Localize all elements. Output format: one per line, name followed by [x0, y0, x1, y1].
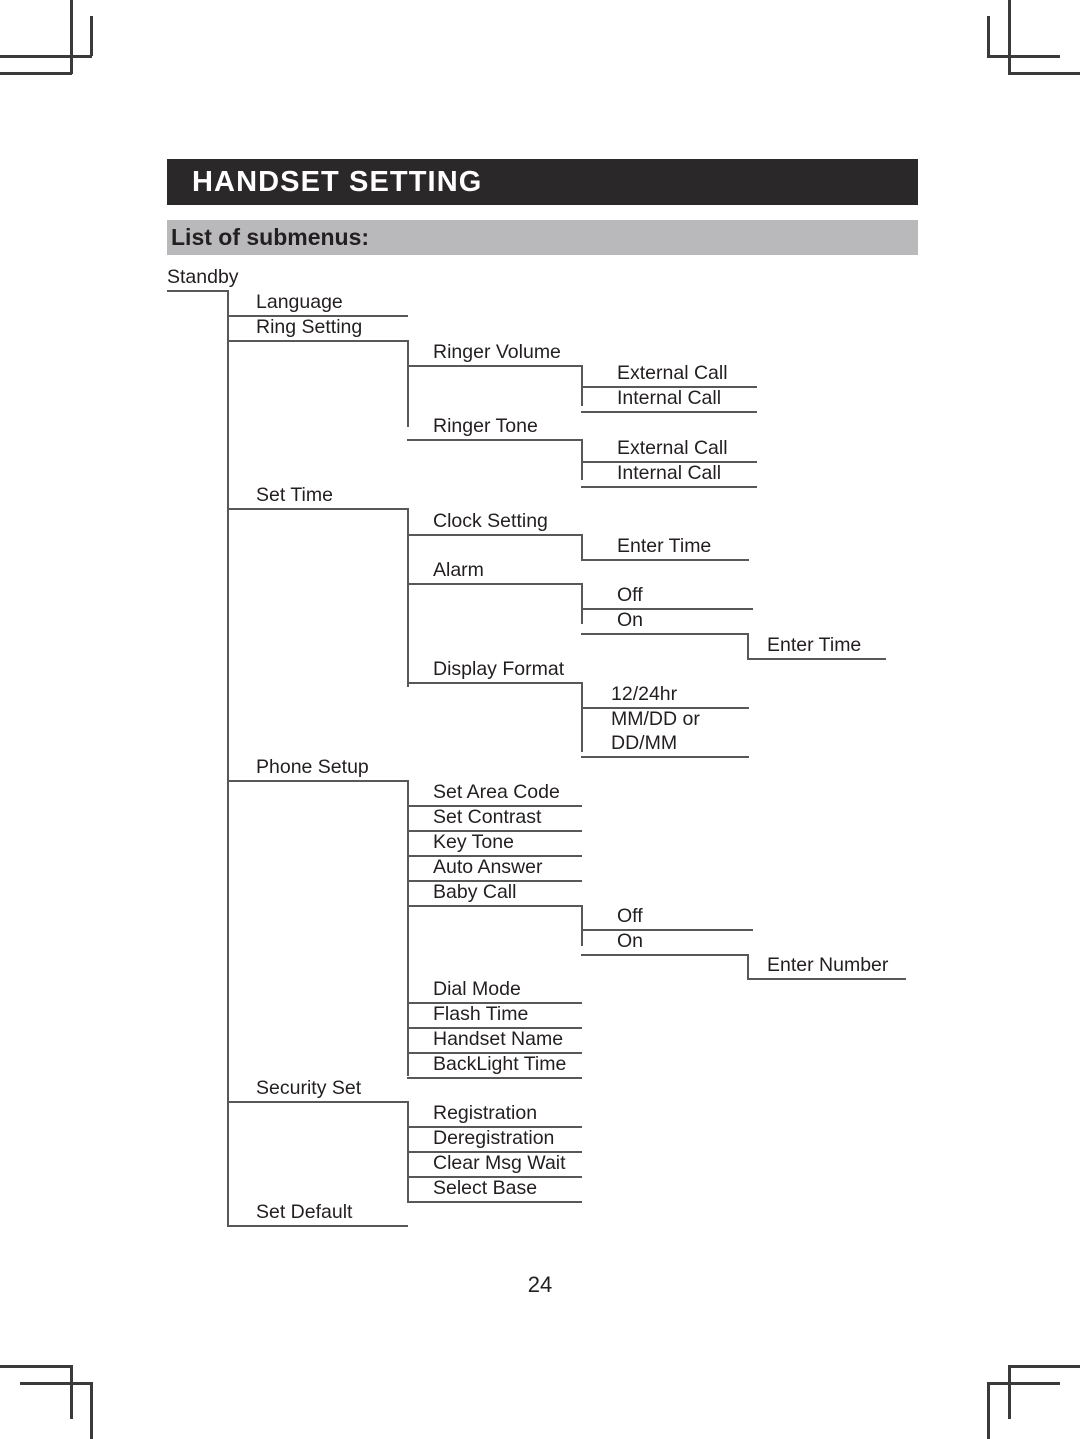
tree-node-rt-internal-call: Internal Call [617, 462, 722, 484]
tree-line-select-base [407, 1201, 582, 1203]
tree-node-display-format: Display Format [433, 658, 565, 680]
tree-node-set-default: Set Default [256, 1201, 353, 1223]
tree-connector-alarm-on [747, 633, 749, 659]
tree-line-ringer-tone [407, 439, 582, 441]
tree-line-alarm-on [581, 633, 749, 635]
tree-node-ringer-tone: Ringer Tone [433, 415, 538, 437]
tree-node-key-tone: Key Tone [433, 831, 514, 853]
tree-node-clock-setting: Clock Setting [433, 510, 548, 532]
tree-node-df-mmdd-line2: DD/MM [611, 732, 678, 754]
tree-line-bc-off [581, 929, 753, 931]
tree-connector-ringer-tone [581, 439, 583, 480]
tree-node-security-set: Security Set [256, 1077, 362, 1099]
tree-node-bc-off: Off [617, 905, 643, 927]
tree-line-rt-internal-call [581, 486, 757, 488]
tree-line-security-set [227, 1101, 408, 1103]
tree-node-df-12-24hr: 12/24hr [611, 683, 678, 705]
tree-node-alarm-off: Off [617, 584, 643, 606]
tree-line-df-mmdd [581, 756, 749, 758]
tree-connector-display-format [581, 682, 583, 752]
tree-node-baby-call: Baby Call [433, 881, 517, 903]
tree-node-backlight-time: BackLight Time [433, 1053, 567, 1075]
tree-line-alarm-off [581, 608, 753, 610]
tree-node-ring-setting: Ring Setting [256, 316, 363, 338]
tree-line-bc-on [581, 954, 749, 956]
tree-line-backlight-time [407, 1077, 582, 1079]
tree-node-registration: Registration [433, 1102, 538, 1124]
tree-node-deregistration: Deregistration [433, 1127, 555, 1149]
tree-node-ringer-volume: Ringer Volume [433, 341, 561, 363]
tree-node-dial-mode: Dial Mode [433, 978, 521, 1000]
tree-node-rt-external-call: External Call [617, 437, 728, 459]
tree-node-handset-name: Handset Name [433, 1028, 564, 1050]
tree-line-display-format [407, 682, 582, 684]
tree-node-alarm-on: On [617, 609, 644, 631]
tree-connector-ring-setting [407, 340, 409, 427]
tree-line-rv-internal-call [581, 411, 757, 413]
tree-line-ringer-volume [407, 365, 582, 367]
tree-connector-phone-setup [407, 780, 409, 1076]
tree-node-alarm: Alarm [433, 559, 484, 581]
tree-node-df-mmdd-line1: MM/DD or [611, 708, 700, 730]
tree-connector-baby-call [581, 905, 583, 946]
tree-node-standby: Standby [167, 266, 239, 288]
tree-node-cs-enter-time: Enter Time [617, 535, 712, 557]
tree-node-select-base: Select Base [433, 1177, 538, 1199]
tree-node-alarm-enter-time: Enter Time [767, 634, 862, 656]
tree-line-alarm [407, 583, 582, 585]
tree-line-baby-call [407, 905, 582, 907]
tree-node-language: Language [256, 291, 343, 313]
submenu-tree-diagram: Standby Language Ring Setting Ringer Vol… [0, 0, 1080, 1439]
tree-line-set-default [227, 1225, 408, 1227]
tree-node-bc-enter-number: Enter Number [767, 954, 889, 976]
tree-node-phone-setup: Phone Setup [256, 756, 369, 778]
tree-node-auto-answer: Auto Answer [433, 856, 543, 878]
tree-node-flash-time: Flash Time [433, 1003, 529, 1025]
tree-connector-alarm [581, 583, 583, 624]
tree-trunk-level1 [227, 290, 229, 1225]
tree-node-set-area-code: Set Area Code [433, 781, 560, 803]
tree-node-set-contrast: Set Contrast [433, 806, 542, 828]
tree-line-alarm-enter-time [747, 658, 886, 660]
tree-line-ring-setting [227, 340, 408, 342]
tree-line-cs-enter-time [581, 559, 749, 561]
page-number: 24 [527, 1272, 553, 1297]
tree-node-rv-internal-call: Internal Call [617, 387, 722, 409]
tree-line-set-time [227, 508, 408, 510]
tree-line-phone-setup [227, 780, 408, 782]
tree-line-standby-underline [167, 290, 229, 292]
tree-node-rv-external-call: External Call [617, 362, 728, 384]
tree-node-set-time: Set Time [256, 484, 333, 506]
tree-connector-bc-on [747, 954, 749, 980]
tree-node-clear-msg-wait: Clear Msg Wait [433, 1152, 566, 1174]
tree-connector-clock-setting [581, 534, 583, 560]
tree-line-bc-enter-number [747, 978, 906, 980]
tree-line-clock-setting [407, 534, 582, 536]
tree-node-bc-on: On [617, 930, 644, 952]
